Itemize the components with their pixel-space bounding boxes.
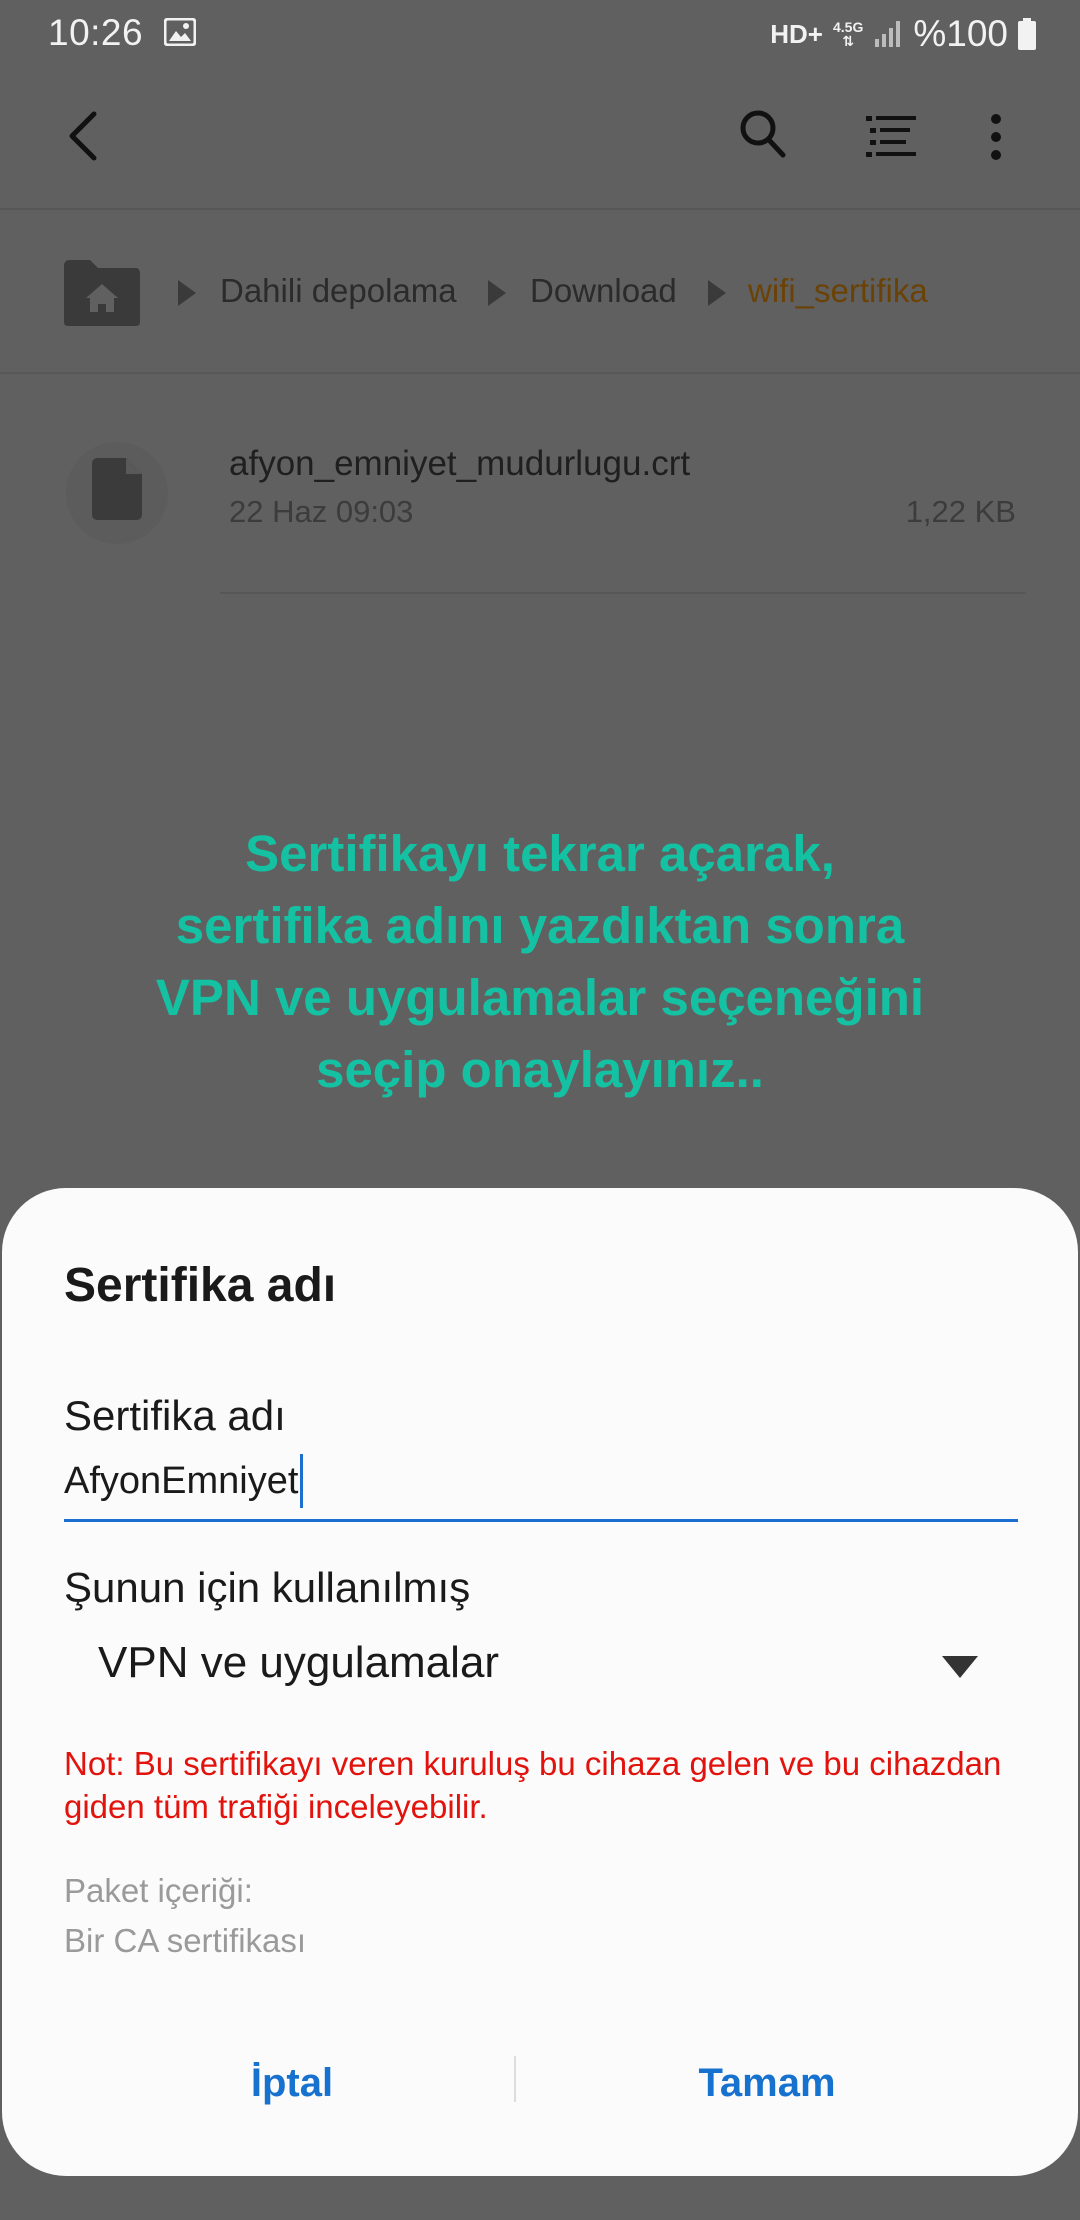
sort-list-icon[interactable] [866,114,918,160]
more-vert-icon[interactable] [986,112,1006,162]
file-row-divider [220,592,1026,594]
usage-label: Şunun için kullanılmış [64,1564,471,1611]
package-contents-value: Bir CA sertifikası [64,1922,307,1959]
instruction-line: sertifika adını yazdıktan sonra [175,897,905,954]
dropdown-caret-icon [942,1656,978,1678]
instruction-line: seçip onaylayınız.. [316,1041,764,1098]
instruction-line: VPN ve uygulamalar seçeneğini [155,969,925,1026]
search-icon[interactable] [738,108,788,160]
document-icon [92,458,142,520]
toolbar [0,66,1080,208]
instruction-overlay: Sertifikayı tekrar açarak, sertifika adı… [60,818,1020,1106]
package-contents-label: Paket içeriği: [64,1872,253,1909]
warning-note: Not: Bu sertifikayı veren kuruluş bu cih… [64,1745,1002,1825]
certificate-name-dialog: Sertifika adı Sertifika adı AfyonEmniyet… [2,1188,1078,2176]
battery-percent: %100 [913,13,1008,54]
home-folder-icon[interactable] [60,258,142,328]
status-right-group: HD+ 4.5G ⇅ %100 [770,12,1036,56]
file-date: 22 Haz 09:03 [229,494,414,529]
certificate-name-input[interactable]: AfyonEmniyet [64,1454,304,1508]
file-name: afyon_emniyet_mudurlugu.crt [229,444,691,483]
breadcrumb-item-download[interactable]: Download [530,272,677,310]
button-divider [514,2056,516,2102]
file-list-item[interactable]: afyon_emniyet_mudurlugu.crt 22 Haz 09:03… [0,376,1080,594]
ok-button[interactable]: Tamam [577,2048,957,2118]
text-cursor [300,1454,304,1508]
usage-select[interactable]: VPN ve uygulamalar [98,1634,978,1704]
instruction-line: Sertifikayı tekrar açarak, [245,825,835,882]
status-time: 10:26 [48,12,144,53]
network-type-label: HD+ [770,18,823,49]
network-speed-icon: 4.5G ⇅ [833,19,864,49]
back-arrow-icon[interactable] [64,110,104,162]
breadcrumb-divider [0,372,1080,374]
breadcrumb-arrow-icon [488,280,506,306]
file-size: 1,22 KB [905,494,1016,529]
usage-select-value: VPN ve uygulamalar [98,1638,500,1687]
image-notification-icon [164,18,196,46]
breadcrumb-item-current[interactable]: wifi_sertifika [748,272,928,310]
breadcrumb-arrow-icon [708,280,726,306]
status-bar: 10:26 HD+ 4.5G ⇅ %100 [0,0,1080,66]
signal-label: 4.5G [833,19,864,35]
breadcrumb: Dahili depolama Download wifi_sertifika [0,210,1080,374]
certificate-name-value: AfyonEmniyet [64,1459,299,1502]
breadcrumb-arrow-icon [178,280,196,306]
signal-strength-icon [875,21,901,47]
breadcrumb-item-internal-storage[interactable]: Dahili depolama [220,272,457,310]
input-underline [64,1519,1018,1522]
certificate-name-label: Sertifika adı [64,1392,286,1439]
cancel-button[interactable]: İptal [102,2048,482,2118]
battery-icon [1018,18,1036,50]
dialog-title: Sertifika adı [64,1259,337,1312]
